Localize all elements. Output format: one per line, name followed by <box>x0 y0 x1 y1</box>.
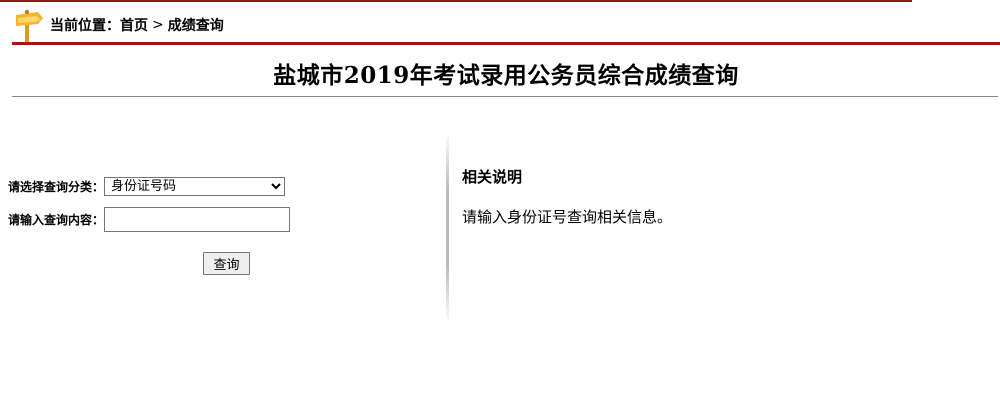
content-label: 请输入查询内容： <box>7 213 104 227</box>
header-rule <box>12 42 1000 45</box>
breadcrumb-separator: > <box>152 17 164 33</box>
breadcrumb: 当前位置： 首页 > 成绩查询 <box>50 15 224 35</box>
type-label: 请选择查询分类： <box>7 180 104 194</box>
top-rule <box>0 0 912 2</box>
page-title: 盐城市2019年考试录用公务员综合成绩查询 <box>273 62 739 89</box>
breadcrumb-current[interactable]: 成绩查询 <box>168 15 224 35</box>
title-rule <box>12 96 998 97</box>
breadcrumb-prefix: 当前位置： <box>50 18 120 34</box>
content-row: 请输入查询内容： <box>6 207 290 232</box>
info-text: 请输入身份证号查询相关信息。 <box>462 208 673 226</box>
query-button[interactable]: 查询 <box>203 252 250 275</box>
signpost-icon <box>16 9 43 42</box>
breadcrumb-bar: 当前位置： 首页 > 成绩查询 <box>14 8 224 42</box>
breadcrumb-home-link[interactable]: 首页 <box>120 15 148 35</box>
query-content-input[interactable] <box>104 207 290 232</box>
info-title: 相关说明 <box>462 168 523 186</box>
type-row: 请选择查询分类： 身份证号码 <box>6 177 285 196</box>
page: 当前位置： 首页 > 成绩查询 盐城市2019年考试录用公务员综合成绩查询 请选… <box>0 0 1000 396</box>
vertical-divider <box>446 132 449 324</box>
query-type-select[interactable]: 身份证号码 <box>104 177 285 196</box>
